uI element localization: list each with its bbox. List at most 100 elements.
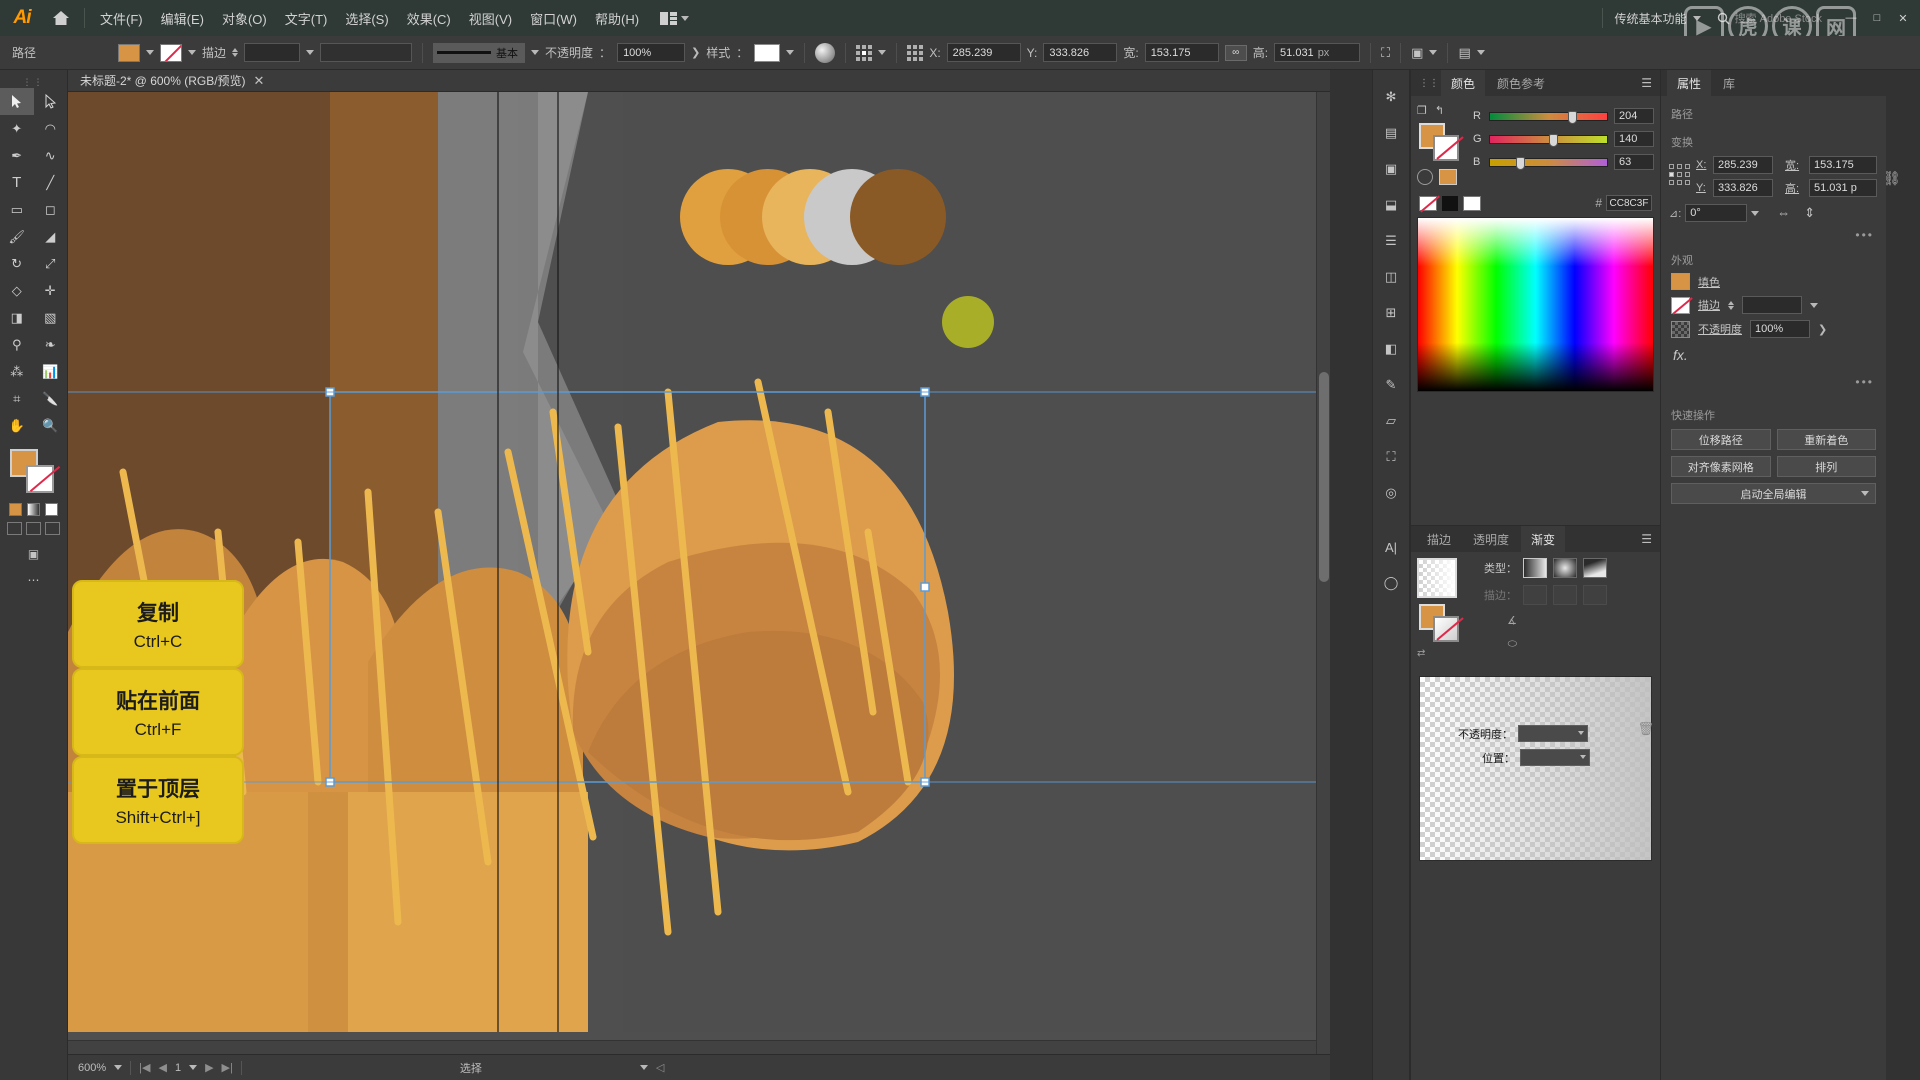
graphic-style-swatch[interactable] <box>754 43 781 62</box>
flip-horizontal-icon[interactable]: ⇔ <box>1777 205 1790 221</box>
menu-edit[interactable]: 编辑(E) <box>152 5 213 32</box>
props-y-input[interactable]: 333.826 <box>1713 179 1773 197</box>
layers-icon[interactable]: ▤ <box>1378 122 1404 144</box>
symbol-sprayer-tool[interactable]: ⁂ <box>0 358 34 385</box>
shaper-tool[interactable]: ◢ <box>34 223 68 250</box>
last-page-icon[interactable]: ▶| <box>222 1061 233 1074</box>
gradient-tool[interactable]: ▧ <box>34 304 68 331</box>
image-trace-icon[interactable]: ◧ <box>1378 338 1404 360</box>
artboard-tool[interactable]: ⌗ <box>0 385 34 412</box>
gradient-position-input[interactable] <box>1520 749 1590 766</box>
arrange-chevron-down-icon[interactable] <box>1429 50 1438 55</box>
color-stroke-swatch[interactable] <box>1433 135 1459 161</box>
transform-panel-icon[interactable]: ⊞ <box>1378 302 1404 324</box>
workspace-chevron-down-icon[interactable] <box>1692 15 1701 21</box>
canvas-vertical-scroll-thumb[interactable] <box>1319 372 1329 582</box>
next-page-icon[interactable]: ▶ <box>205 1061 213 1074</box>
width-tool[interactable]: ◇ <box>0 277 34 304</box>
gradient-stroke-swatch[interactable] <box>1433 616 1459 642</box>
maximize-button[interactable]: □ <box>1864 9 1890 27</box>
lasso-tool[interactable]: ◠ <box>34 115 68 142</box>
quick-action-offset-path[interactable]: 位移路径 <box>1671 429 1771 450</box>
home-icon[interactable] <box>44 0 78 36</box>
transform-panel-icon[interactable]: ⛶ <box>1381 45 1390 61</box>
gradient-stop-editor[interactable]: 不透明度： 位置： <box>1419 676 1652 861</box>
close-button[interactable]: ✕ <box>1890 9 1916 27</box>
global-edit-chevron-down-icon[interactable] <box>1861 491 1869 496</box>
align-chevron-down-icon[interactable] <box>1476 50 1485 55</box>
symbols-panel-icon[interactable]: ◯ <box>1378 572 1404 594</box>
zoom-tool[interactable]: 🔍 <box>34 412 68 439</box>
menu-window[interactable]: 窗口(W) <box>521 5 586 32</box>
column-graph-tool[interactable]: 📊 <box>34 358 68 385</box>
stroke-weight-stepper[interactable] <box>232 48 239 57</box>
navigator-icon[interactable]: ▱ <box>1378 410 1404 432</box>
type-tool[interactable]: T <box>0 169 34 196</box>
color-last-used-swatch[interactable] <box>1439 169 1457 185</box>
control-h-input[interactable]: 51.031 px <box>1274 43 1361 62</box>
menu-object[interactable]: 对象(O) <box>213 5 276 32</box>
control-y-input[interactable]: 333.826 <box>1043 43 1118 62</box>
gradient-reverse-icon[interactable]: ⇄ <box>1417 648 1465 659</box>
zoom-chevron-down-icon[interactable] <box>114 1065 123 1070</box>
arrange-objects-icon[interactable]: ▣ <box>1411 45 1423 61</box>
align-panel-icon[interactable]: ☰ <box>1378 230 1404 252</box>
appearance-stroke-width-input[interactable] <box>1742 296 1802 314</box>
artboards-icon[interactable]: ▣ <box>1378 158 1404 180</box>
canvas-vertical-scrollbar[interactable] <box>1316 92 1330 1054</box>
brush-chevron-down-icon[interactable] <box>531 50 540 55</box>
hex-input[interactable]: CC8C3F <box>1606 195 1652 211</box>
gradient-panel-menu-icon[interactable]: ☰ <box>1641 532 1660 546</box>
stroke-chevron-down-icon[interactable] <box>188 50 197 55</box>
stroke-weight-chevron-down-icon[interactable] <box>306 50 315 55</box>
opacity-flyout-icon[interactable]: ❯ <box>691 46 700 59</box>
props-constrain-link-icon[interactable]: ⛓ <box>1883 156 1901 187</box>
arrange-documents-button[interactable] <box>660 11 690 25</box>
transform-more-options-icon[interactable]: ••• <box>1661 222 1886 242</box>
stroke-profile-select[interactable] <box>320 43 413 62</box>
gradient-opacity-input[interactable] <box>1518 725 1588 742</box>
none-swatch-icon[interactable] <box>1419 195 1437 211</box>
gradient-type-linear-button[interactable] <box>1523 558 1547 578</box>
tools-more-icon[interactable]: ⋯ <box>0 573 67 587</box>
shape-builder-tool[interactable]: ◨ <box>0 304 34 331</box>
draw-behind-icon[interactable] <box>26 522 41 535</box>
props-h-input[interactable]: 51.031 p <box>1809 179 1877 197</box>
page-chevron-down-icon[interactable] <box>189 1065 198 1070</box>
appearance-opacity-input[interactable]: 100% <box>1750 320 1810 338</box>
workspace-name[interactable]: 传统基本功能 <box>1615 10 1687 27</box>
reference-point-selector[interactable] <box>1669 164 1690 185</box>
props-w-input[interactable]: 153.175 <box>1809 156 1877 174</box>
black-swatch-icon[interactable] <box>1442 195 1458 211</box>
menu-select[interactable]: 选择(S) <box>336 5 397 32</box>
status-chevron-icon[interactable] <box>639 1065 648 1070</box>
line-segment-tool[interactable]: ╱ <box>34 169 68 196</box>
gradient-type-freeform-button[interactable] <box>1583 558 1607 578</box>
tab-stroke[interactable]: 描边 <box>1417 526 1461 553</box>
pathfinder-icon[interactable]: ◫ <box>1378 266 1404 288</box>
selection-tool[interactable] <box>0 88 34 115</box>
color-spectrum-picker[interactable] <box>1417 217 1654 392</box>
menu-type[interactable]: 文字(T) <box>276 5 337 32</box>
color-3d-cube-icon[interactable] <box>1417 169 1433 185</box>
asset-export-icon[interactable]: ⬓ <box>1378 194 1404 216</box>
stroke-weight-input[interactable] <box>244 43 301 62</box>
direct-selection-tool[interactable] <box>34 88 68 115</box>
appearance-fx-button[interactable]: fx. <box>1661 341 1886 369</box>
tool-stroke-swatch[interactable] <box>26 465 54 493</box>
hand-tool[interactable]: ✋ <box>0 412 34 439</box>
quick-action-arrange[interactable]: 排列 <box>1776 456 1876 477</box>
brush-definition-select[interactable]: 基本 <box>433 42 526 63</box>
tab-properties[interactable]: 属性 <box>1667 69 1712 97</box>
rectangle-tool[interactable]: ▭ <box>0 196 34 223</box>
tab-color[interactable]: 颜色 <box>1441 69 1486 97</box>
menu-file[interactable]: 文件(F) <box>91 5 152 32</box>
angle-chevron-down-icon[interactable] <box>1751 210 1760 216</box>
align-anchor-icon[interactable] <box>907 44 924 61</box>
color-slider-g-value[interactable]: 140 <box>1614 131 1654 147</box>
artboard-canvas[interactable]: 复制 Ctrl+C 贴在前面 Ctrl+F 置于顶层 Shift+Ctrl+] <box>68 92 1330 1054</box>
document-tab-close-icon[interactable]: ✕ <box>254 73 265 89</box>
color-revert-arrow-icon[interactable]: ↰ <box>1435 104 1444 117</box>
color-panel-drag-handle[interactable]: ⋮⋮ <box>1417 78 1439 89</box>
menu-help[interactable]: 帮助(H) <box>586 5 648 32</box>
